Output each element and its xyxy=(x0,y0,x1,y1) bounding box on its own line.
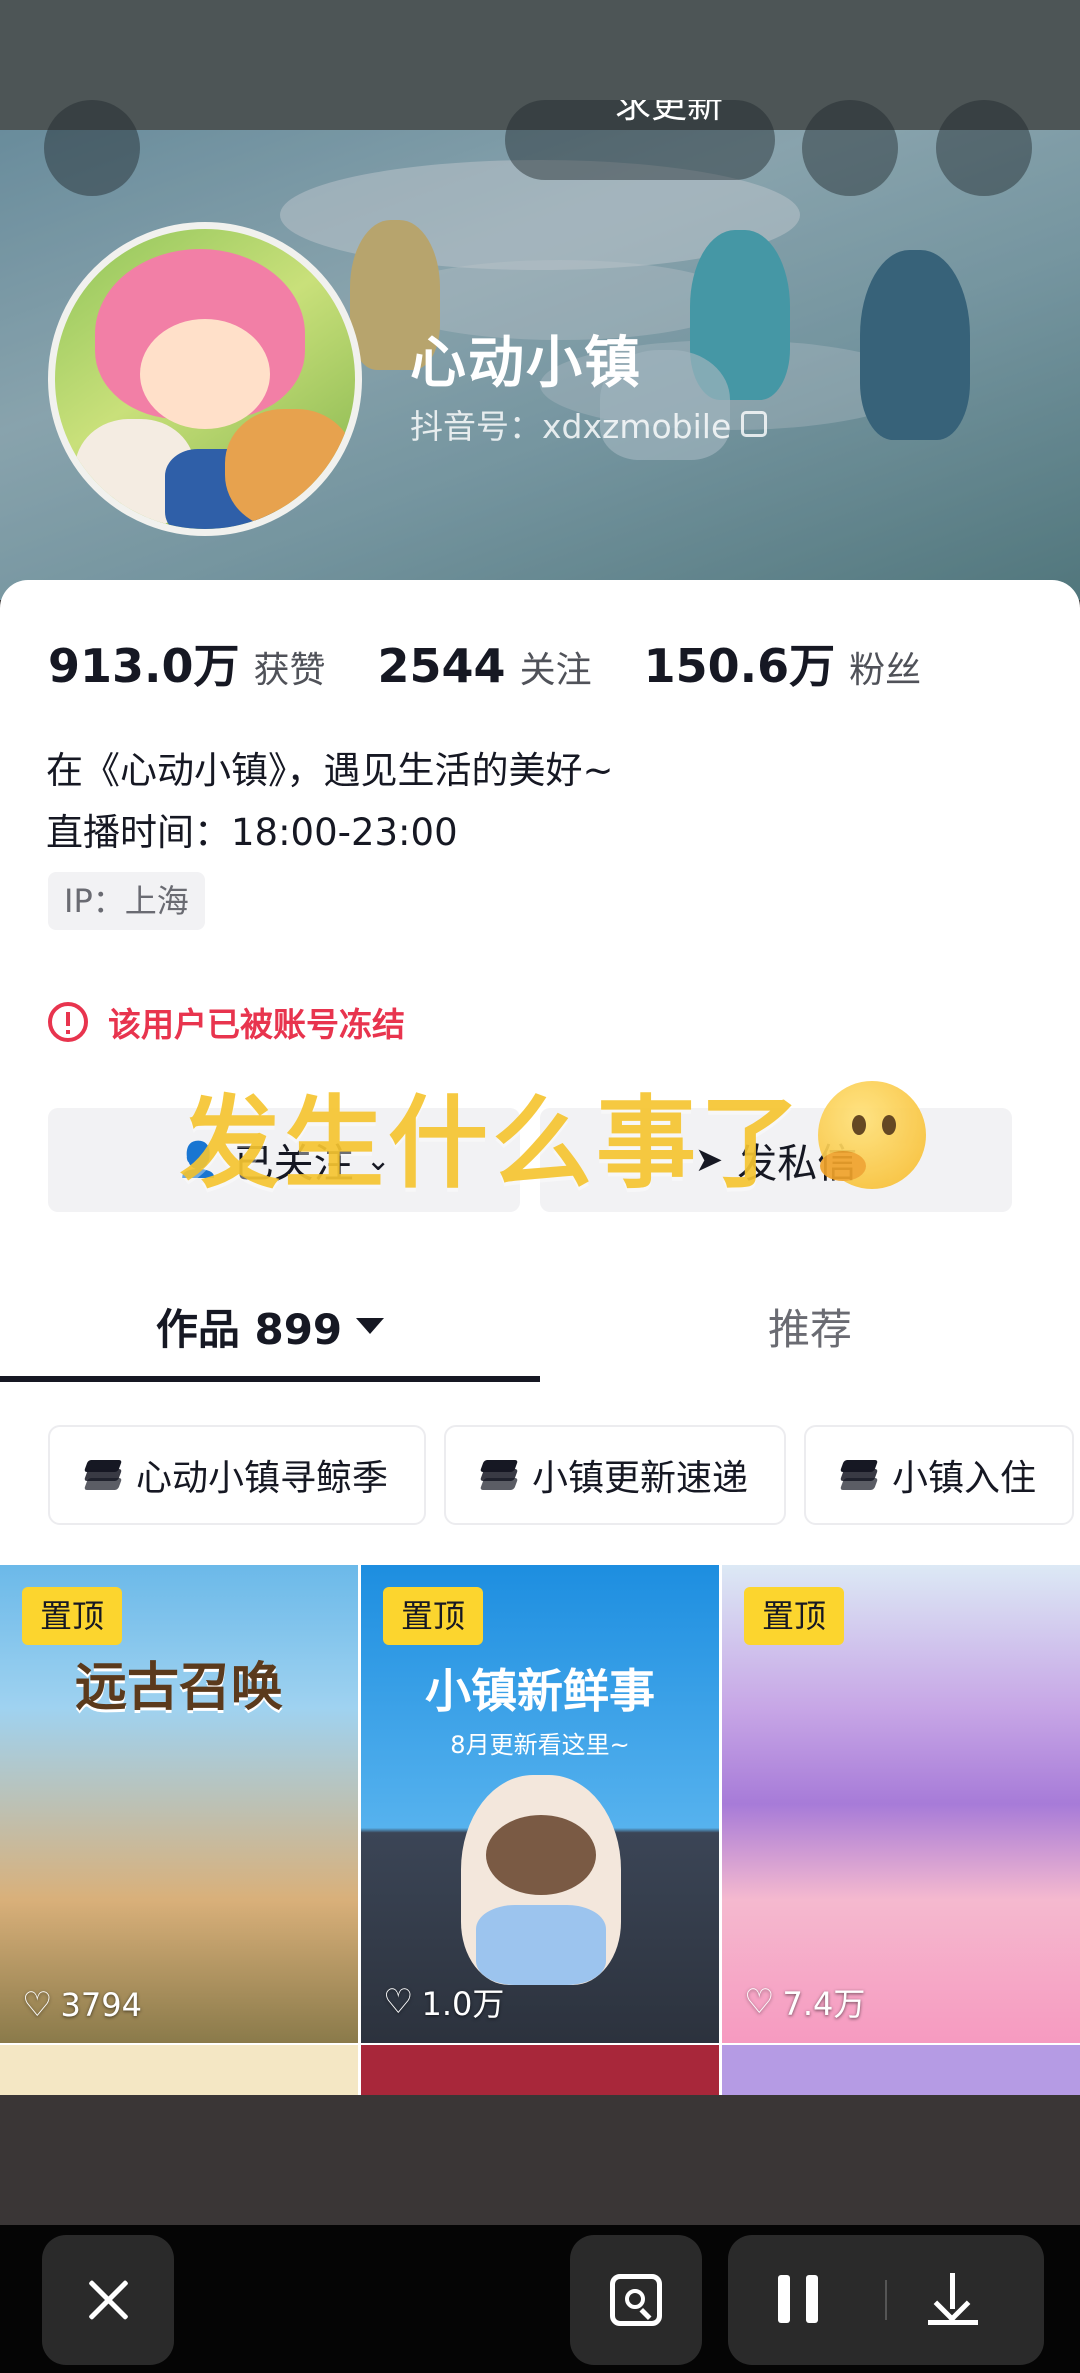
heart-icon: ♡ xyxy=(383,1982,414,2022)
followers-count[interactable]: 150.6万 xyxy=(644,630,836,696)
recording-bar xyxy=(0,2225,1080,2373)
avatar[interactable] xyxy=(48,222,362,536)
video-tile-partial[interactable] xyxy=(361,2045,719,2095)
tab-works[interactable]: 作品 899 xyxy=(0,1270,540,1382)
following-count[interactable]: 2544 xyxy=(378,639,506,693)
likes-count: 913.0万 xyxy=(48,639,240,693)
likes-label: 获赞 xyxy=(253,650,326,691)
search-button[interactable] xyxy=(802,100,898,196)
video-tile[interactable]: 置顶 ♡ 7.4万 xyxy=(722,1565,1080,2043)
warning-icon xyxy=(48,1002,88,1042)
layers-icon xyxy=(839,1460,879,1490)
pause-button[interactable] xyxy=(778,2275,818,2323)
copy-icon[interactable] xyxy=(741,411,768,437)
cat-face xyxy=(486,1815,596,1895)
bio: 在《心动小镇》，遇见生活的美好~ 直播时间：18:00-23:00 xyxy=(46,740,614,864)
video-tile-partial[interactable] xyxy=(722,2045,1080,2095)
frozen-notice-text: 该用户已被账号冻结 xyxy=(108,1005,405,1044)
video-tile[interactable]: 远古召唤 置顶 ♡ 3794 xyxy=(0,1565,358,2043)
live-schedule: 直播时间：18:00-23:00 xyxy=(46,811,458,854)
screen: 求更新 心动小镇 抖音号：xdxzmobile 913.0万 获赞 2544 关… xyxy=(0,0,1080,2373)
heart-icon: ♡ xyxy=(22,1985,53,2025)
like-count-text: 3794 xyxy=(60,1986,142,2024)
tab-works-label: 作品 899 xyxy=(155,1304,343,1354)
collection-chip[interactable]: 小镇入住 xyxy=(804,1425,1075,1525)
overlay-caption: 发生什么事了 xyxy=(180,1062,926,1207)
more-button[interactable] xyxy=(936,100,1032,196)
ip-location-tag: IP：上海 xyxy=(48,872,205,930)
update-request-button[interactable]: 求更新 xyxy=(505,100,775,180)
cat-shirt xyxy=(476,1905,606,1985)
collection-chip[interactable]: 心动小镇寻鲸季 xyxy=(48,1425,427,1525)
tab-recommend[interactable]: 推荐 xyxy=(540,1270,1080,1382)
profile-card: 913.0万 获赞 2544 关注 150.6万 粉丝 在《心动小镇》，遇见生活… xyxy=(0,580,1080,2095)
collection-label: 小镇更新速递 xyxy=(532,1458,749,1499)
collections-row: 心动小镇寻鲸季 小镇更新速递 小镇入住 xyxy=(48,1425,1075,1525)
scan-icon xyxy=(610,2274,662,2326)
followers-label[interactable]: 粉丝 xyxy=(849,641,921,693)
douyin-id[interactable]: 抖音号：xdxzmobile xyxy=(410,400,768,448)
like-count: ♡ 7.4万 xyxy=(744,1979,865,2025)
layers-icon xyxy=(479,1460,519,1490)
tab-recommend-label: 推荐 xyxy=(767,1304,852,1354)
douyin-id-text: 抖音号：xdxzmobile xyxy=(410,407,732,446)
collection-chip[interactable]: 小镇更新速递 xyxy=(444,1425,787,1525)
playback-controls xyxy=(728,2235,1044,2365)
layers-icon xyxy=(83,1460,123,1490)
profile-name: 心动小镇 xyxy=(410,331,642,396)
like-count: ♡ 3794 xyxy=(22,1985,142,2025)
content-tabs: 作品 899 推荐 xyxy=(0,1270,1080,1382)
collection-label: 小镇入住 xyxy=(892,1458,1037,1499)
close-button[interactable] xyxy=(42,2235,174,2365)
pinned-badge: 置顶 xyxy=(383,1587,483,1645)
video-tile[interactable]: 小镇新鲜事 8月更新看这里~ 置顶 ♡ 1.0万 xyxy=(361,1565,719,2043)
scan-button[interactable] xyxy=(570,2235,702,2365)
video-title: 远古召唤 xyxy=(74,1658,283,1718)
pause-icon xyxy=(778,2275,818,2323)
overlay-caption-text: 发生什么事了 xyxy=(180,1085,804,1202)
caret-down-icon xyxy=(356,1318,385,1334)
pinned-badge: 置顶 xyxy=(22,1587,122,1645)
back-button[interactable] xyxy=(44,100,140,196)
pinned-badge: 置顶 xyxy=(744,1587,844,1645)
video-title: 小镇新鲜事 xyxy=(425,1664,655,1718)
frozen-notice: 该用户已被账号冻结 xyxy=(48,998,405,1046)
bio-line: 在《心动小镇》，遇见生活的美好~ xyxy=(46,749,614,792)
like-count-text: 7.4万 xyxy=(782,1985,866,2023)
stats-row: 913.0万 获赞 2544 关注 150.6万 粉丝 xyxy=(48,630,921,696)
tab-underline xyxy=(0,1376,540,1382)
video-subtitle: 8月更新看这里~ xyxy=(450,1731,630,1759)
video-tile-partial[interactable] xyxy=(0,2045,358,2095)
following-label[interactable]: 关注 xyxy=(520,641,592,693)
thinking-emoji-icon xyxy=(818,1080,926,1189)
divider xyxy=(885,2280,887,2320)
like-count: ♡ 1.0万 xyxy=(383,1979,504,2025)
collection-label: 心动小镇寻鲸季 xyxy=(136,1458,389,1499)
update-request-label: 求更新 xyxy=(615,100,724,126)
heart-icon: ♡ xyxy=(744,1982,775,2022)
close-icon xyxy=(86,2278,130,2322)
like-count-text: 1.0万 xyxy=(421,1985,505,2023)
